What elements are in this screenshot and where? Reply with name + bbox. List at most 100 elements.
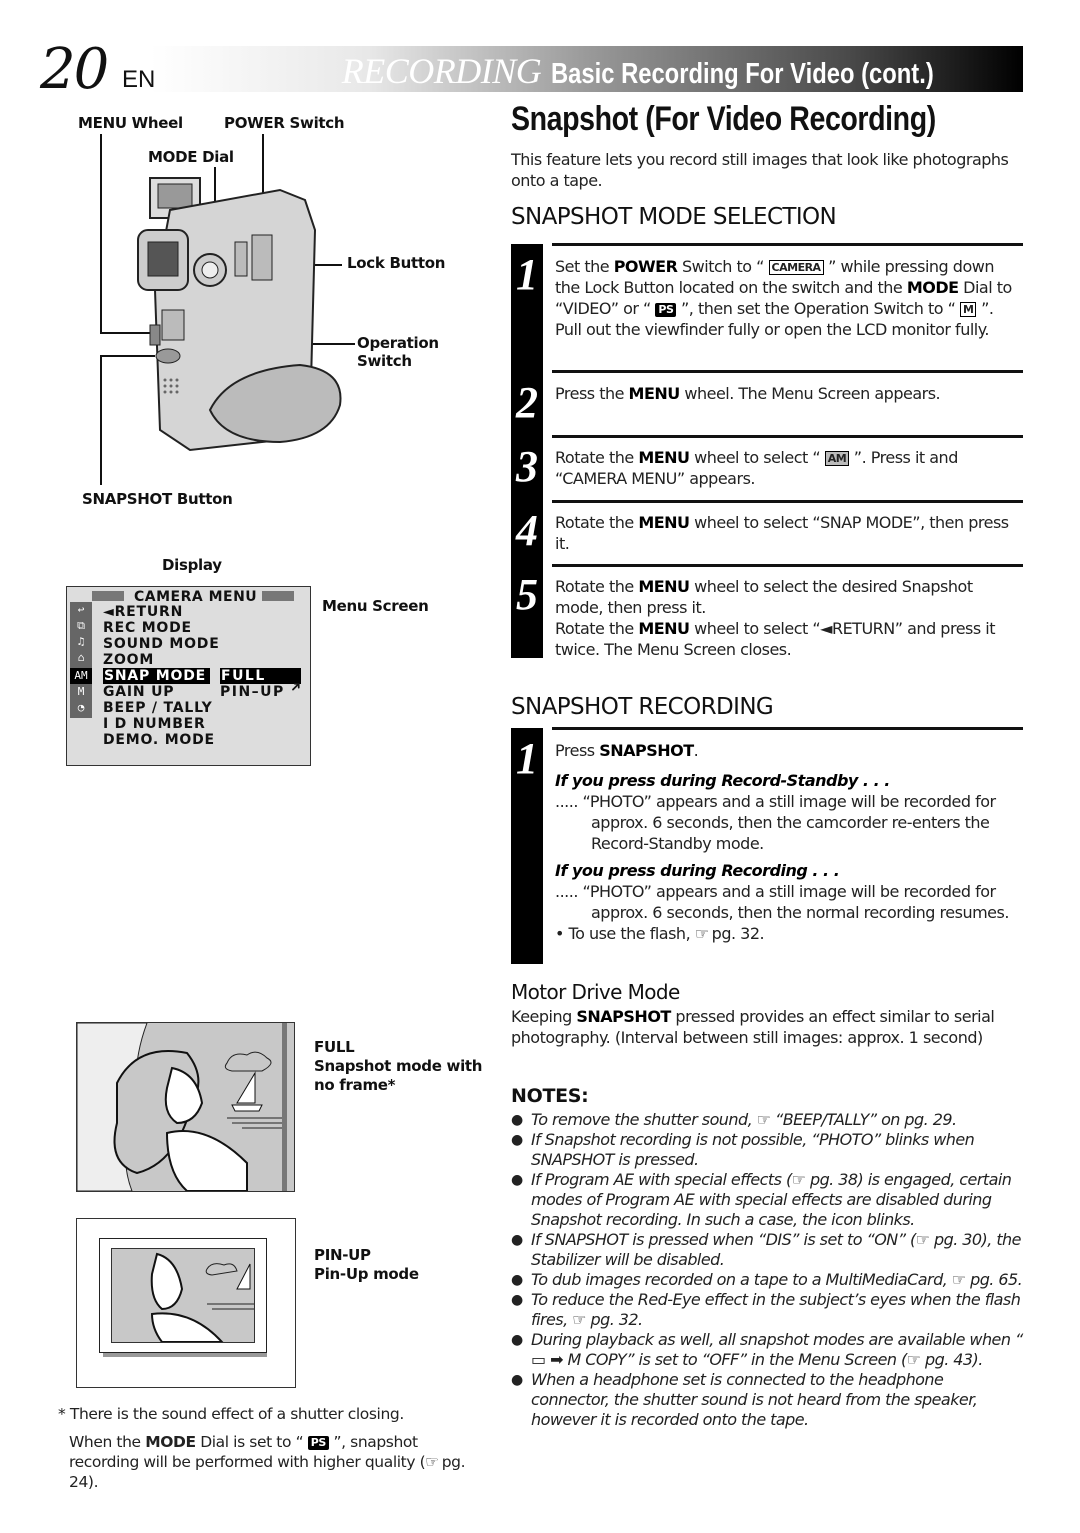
full-mode-desc-line2: no frame* [314, 1076, 396, 1094]
motor-drive-text: Keeping SNAPSHOT pressed provides an eff… [511, 1007, 995, 1047]
zoom-icon: ⌂ [77, 651, 85, 664]
divider [552, 500, 1023, 503]
step-5-text: Rotate the MENU wheel to select the desi… [555, 577, 996, 659]
pinup-mode-title: PIN-UP [314, 1246, 371, 1264]
section-heading-recording: SNAPSHOT RECORDING [511, 694, 774, 720]
pinup-photo [111, 1248, 255, 1343]
menu-item-beep-tally[interactable]: BEEP / TALLY [103, 700, 213, 716]
ps-icon: PS [307, 1436, 329, 1450]
note-item: ● If Snapshot recording is not possible, … [511, 1130, 975, 1169]
step-2-text: Press the MENU wheel. The Menu Screen ap… [555, 384, 941, 403]
menu-item-sound-mode[interactable]: SOUND MODE [103, 636, 220, 652]
flash-note: • To use the flash, ☞ pg. 32. [555, 924, 765, 943]
recording-heading: If you press during Recording . . . [555, 861, 840, 880]
page-title: Snapshot (For Video Recording) [511, 100, 936, 138]
footnote-mode-dial: When the MODE Dial is set to “ PS ”, sna… [69, 1432, 469, 1492]
label-display: Display [162, 556, 222, 574]
m-manual-icon: M [77, 685, 85, 698]
page-number: 20 [40, 37, 109, 102]
manual-m-icon: M [960, 302, 977, 317]
label-operation-line1: Operation [357, 334, 439, 352]
menu-item-snap-mode[interactable]: SNAP MODE [103, 668, 210, 684]
leader-menu-wheel [100, 134, 102, 334]
note-item: ● If SNAPSHOT is pressed when “DIS” is se… [511, 1230, 1021, 1269]
reference-hand-icon: ☞ [425, 1453, 439, 1471]
divider [552, 435, 1023, 438]
label-mode-dial: MODE Dial [148, 148, 234, 166]
step-number-3: 3 [516, 442, 538, 491]
pinup-frame [99, 1238, 267, 1353]
standby-heading: If you press during Record-Standby . . . [555, 771, 890, 790]
full-mode-illustration [76, 1022, 295, 1192]
label-operation-switch: Operation Switch [357, 334, 439, 370]
menu-title-bar-left [92, 591, 124, 601]
pinup-mode-caption: PIN-UP Pin-Up mode [314, 1246, 419, 1284]
divider [552, 370, 1023, 373]
menu-item-demo-mode[interactable]: DEMO. MODE [103, 732, 215, 748]
sound-icon: ♫ [77, 635, 85, 648]
notes-list: ● To remove the shutter sound, ☞ “BEEP/TA… [511, 1110, 1026, 1430]
menu-item-id-number[interactable]: I D NUMBER [103, 716, 206, 732]
divider [552, 243, 1023, 246]
recording-step-1-text: Press SNAPSHOT. If you press during Reco… [555, 740, 1020, 944]
full-mode-title: FULL [314, 1038, 355, 1056]
step-1-text: Set the POWER Switch to “ CAMERA ” while… [555, 257, 1012, 339]
snapshot-button-icon [155, 348, 181, 364]
menu-item-rec-mode[interactable]: REC MODE [103, 620, 192, 636]
operation-switch-icon [234, 241, 248, 277]
woman-portrait-pinup-icon [150, 1252, 254, 1342]
label-menu-screen: Menu Screen [322, 597, 429, 615]
step-4-text: Rotate the MENU wheel to select “SNAP MO… [555, 513, 1009, 553]
label-menu-wheel: MENU Wheel [78, 114, 183, 132]
press-snapshot-line: Press SNAPSHOT. [555, 741, 699, 760]
menu-item-return[interactable]: ◄RETURN [103, 604, 183, 620]
recording-step-number-1: 1 [516, 734, 538, 783]
leader-snapshot-v [100, 355, 102, 485]
language-code: EN [122, 66, 156, 93]
note-item: ● To reduce the Red-Eye effect in the sub… [511, 1290, 1021, 1329]
note-item: ● If Program AE with special effects (☞ p… [511, 1170, 1012, 1229]
menu-title-bar-right [262, 591, 294, 601]
step-number-4: 4 [516, 506, 538, 555]
clock-icon: ◔ [77, 701, 85, 714]
menu-wheel-icon [149, 324, 161, 346]
woman-portrait-full-icon [77, 1023, 287, 1191]
label-lock-button: Lock Button [347, 254, 446, 272]
note-item: ● To dub images recorded on a tape to a M… [511, 1270, 1023, 1289]
pinup-mode-illustration [76, 1218, 296, 1388]
return-icon: ↩ [77, 603, 85, 616]
menu-option-pin-up[interactable]: PIN–UP [220, 684, 285, 700]
pinup-mode-desc: Pin-Up mode [314, 1265, 419, 1283]
divider [552, 727, 1023, 730]
step-number-2: 2 [516, 378, 538, 427]
footnote-bold: MODE [145, 1433, 196, 1451]
divider [552, 564, 1023, 567]
full-mode-desc-line1: Snapshot mode with [314, 1057, 483, 1075]
menu-title: CAMERA MENU [134, 589, 258, 605]
label-operation-line2: Switch [357, 352, 412, 370]
section-heading-mode-selection: SNAPSHOT MODE SELECTION [511, 204, 837, 230]
footnote-text: Dial is set to “ [195, 1433, 308, 1451]
footnote-shutter: * There is the sound effect of a shutter… [58, 1405, 404, 1423]
full-mode-caption: FULL Snapshot mode with no frame* [314, 1038, 482, 1095]
footnote-text: When the [69, 1433, 146, 1451]
power-switch-icon [251, 234, 273, 281]
menu-item-zoom[interactable]: ZOOM [103, 652, 154, 668]
notes-heading: NOTES: [511, 1085, 589, 1107]
menu-item-gain-up[interactable]: GAIN UP [103, 684, 174, 700]
recording-text: ..... “PHOTO” appears and a still image … [555, 882, 1009, 922]
intro-text: This feature lets you record still image… [511, 150, 1009, 190]
note-item: ● To remove the shutter sound, ☞ “BEEP/TA… [511, 1110, 957, 1129]
motor-drive-heading: Motor Drive Mode [511, 980, 680, 1004]
note-item: ● During playback as well, all snapshot m… [511, 1330, 1023, 1369]
camera-mode-icon: CAMERA [768, 260, 824, 275]
reference-hand-icon: ☞ [694, 924, 709, 943]
label-power-switch: POWER Switch [224, 114, 345, 132]
standby-text: ..... “PHOTO” appears and a still image … [555, 792, 996, 853]
label-snapshot-button: SNAPSHOT Button [82, 490, 233, 508]
note-item: ● When a headphone set is connected to th… [511, 1370, 978, 1429]
step-number-1: 1 [516, 250, 538, 299]
step-number-5: 5 [516, 570, 538, 619]
step-3-text: Rotate the MENU wheel to select “ AM ”. … [555, 448, 958, 488]
am-camera-icon: AM [70, 668, 92, 684]
